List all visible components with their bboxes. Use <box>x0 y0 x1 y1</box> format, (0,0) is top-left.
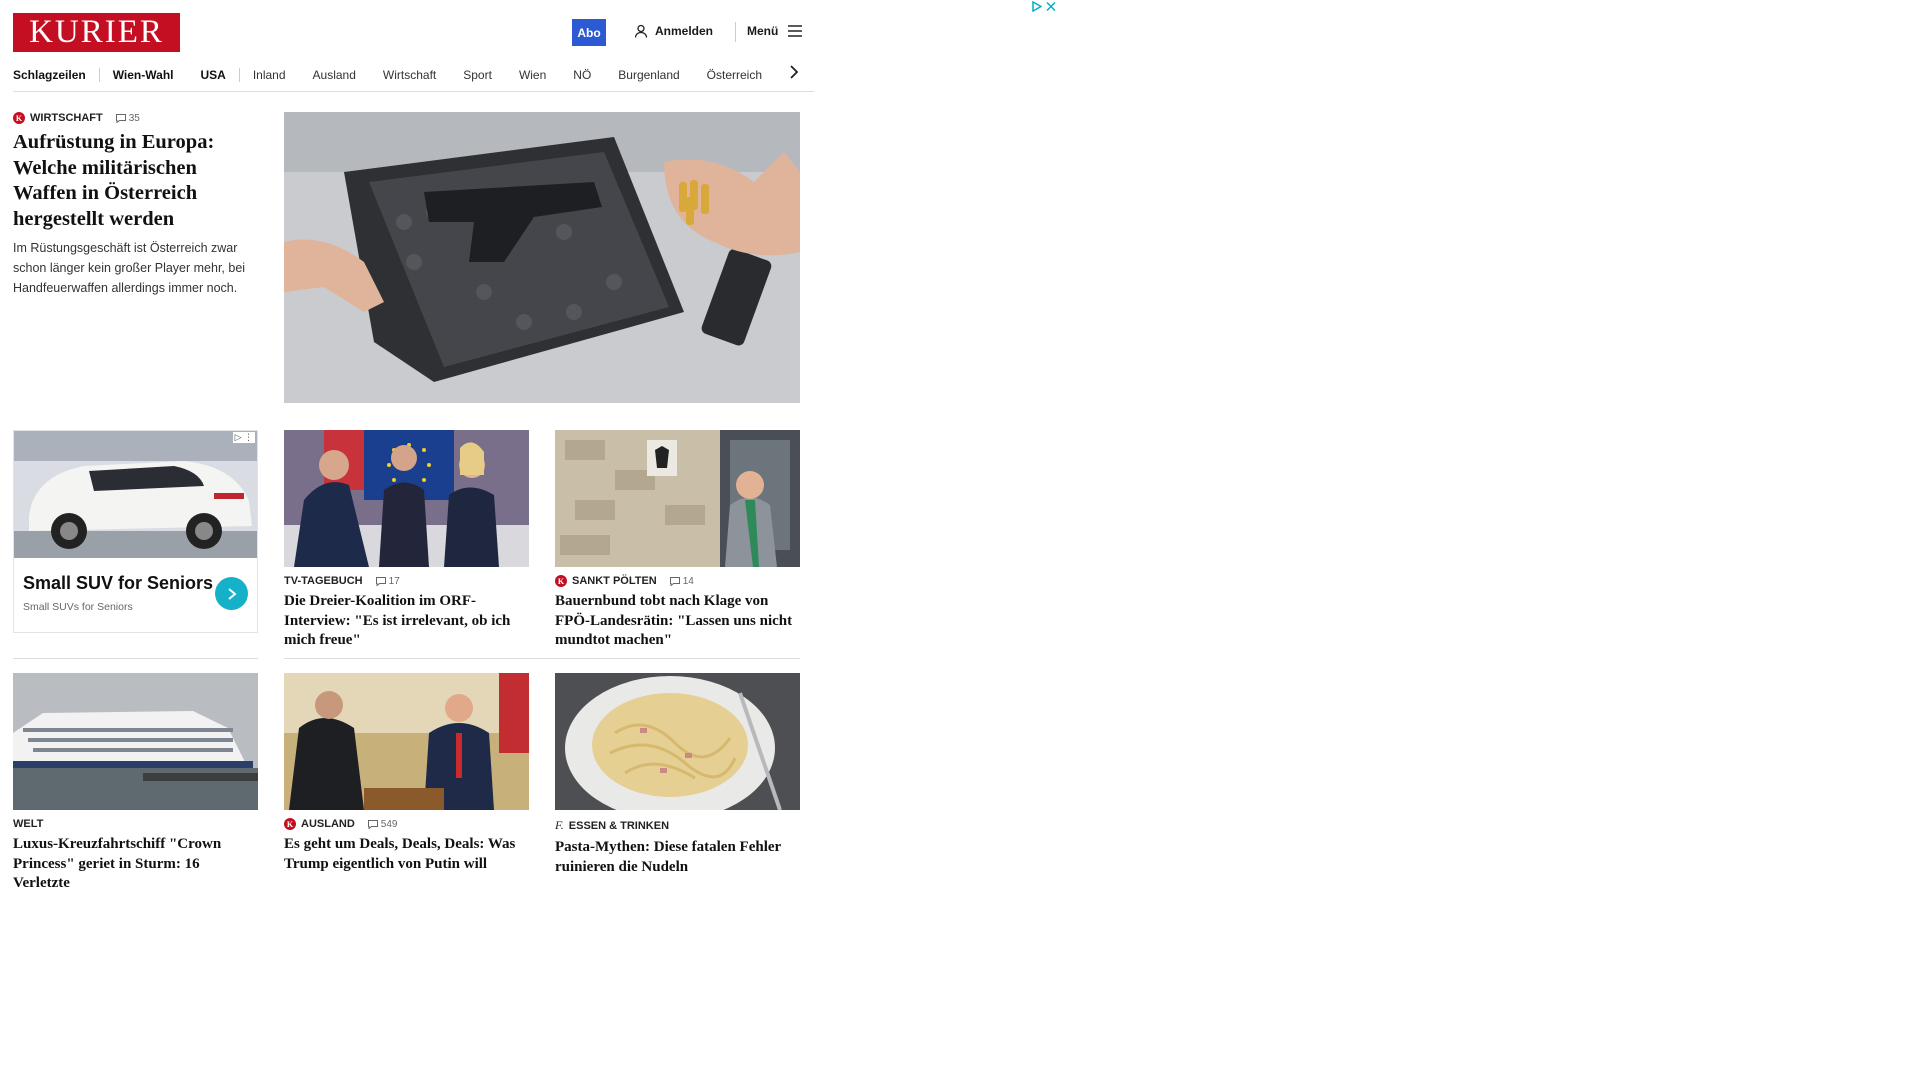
article-headline[interactable]: Die Dreier-Koalition im ORF-Interview: "… <box>284 592 529 651</box>
nav-item-inland[interactable]: Inland <box>253 68 299 82</box>
article-card[interactable]: f. ESSEN & TRINKEN Pasta-Mythen: Diese f… <box>555 673 800 877</box>
chevron-right-icon <box>227 587 237 600</box>
login-label: Anmelden <box>655 24 714 38</box>
comment-icon <box>669 576 680 586</box>
ad-subtitle: Small SUVs for Seniors <box>23 601 133 613</box>
article-headline[interactable]: Luxus-Kreuzfahrtschiff "Crown Princess" … <box>13 835 258 894</box>
comment-count-value: 35 <box>128 112 140 124</box>
comment-count-value: 17 <box>388 575 400 587</box>
menu-label: Menü <box>747 24 779 38</box>
close-icon[interactable] <box>1046 1 1056 12</box>
article-image[interactable] <box>555 673 800 810</box>
nav-item-usa[interactable]: USA <box>200 67 240 82</box>
article-image[interactable] <box>284 673 529 810</box>
article-kicker: K SANKT PÖLTEN 14 <box>555 575 800 587</box>
cruise-ship-image <box>13 673 258 810</box>
nav-item-sport[interactable]: Sport <box>463 68 505 82</box>
article-headline[interactable]: Pasta-Mythen: Diese fatalen Fehler ruini… <box>555 838 800 877</box>
article-headline[interactable]: Es geht um Deals, Deals, Deals: Was Trum… <box>284 835 529 874</box>
comment-count[interactable]: 14 <box>669 575 694 587</box>
building-image <box>555 430 800 567</box>
nav-item-wien-wahl[interactable]: Wien-Wahl <box>113 68 187 82</box>
comment-count-value: 14 <box>682 575 694 587</box>
comment-icon <box>375 576 386 586</box>
nav-item-burgenland[interactable]: Burgenland <box>618 68 692 82</box>
nav-item-wien[interactable]: Wien <box>519 68 559 82</box>
lead-image[interactable] <box>284 112 800 403</box>
article-category: TV-TAGEBUCH <box>284 575 363 587</box>
lead-category: WIRTSCHAFT <box>30 112 103 124</box>
food-icon: f. <box>555 818 564 832</box>
divider <box>284 658 800 659</box>
article-card[interactable]: K SANKT PÖLTEN 14 Bauernbund tobt nach K… <box>555 430 800 651</box>
comment-count[interactable]: 35 <box>115 112 140 124</box>
comment-count[interactable]: 17 <box>375 575 400 587</box>
adchoices-icon <box>1032 1 1042 12</box>
divider <box>13 658 258 659</box>
article-kicker: WELT <box>13 818 258 830</box>
nav-item-noe[interactable]: NÖ <box>573 68 604 82</box>
article-card[interactable]: K AUSLAND 549 Es geht um Deals, Deals, D… <box>284 673 529 874</box>
kurier-plus-icon: K <box>555 575 567 587</box>
kurier-logo[interactable]: KURIER <box>13 13 180 52</box>
nav-item-schlagzeilen[interactable]: Schlagzeilen <box>13 67 100 82</box>
header-divider <box>735 22 736 42</box>
article-image[interactable] <box>13 673 258 810</box>
article-kicker: K AUSLAND 549 <box>284 818 529 830</box>
ad-choices[interactable] <box>1032 1 1056 12</box>
ad-image <box>14 431 257 558</box>
ad-cta-button[interactable] <box>215 577 248 610</box>
main-navigation: Schlagzeilen Wien-Wahl USA Inland Auslan… <box>13 58 814 92</box>
article-image[interactable] <box>555 430 800 567</box>
nav-item-ausland[interactable]: Ausland <box>313 68 369 82</box>
lead-kicker: K WIRTSCHAFT 35 <box>13 112 263 124</box>
article-kicker: TV-TAGEBUCH 17 <box>284 575 529 587</box>
article-card[interactable]: WELT Luxus-Kreuzfahrtschiff "Crown Princ… <box>13 673 258 894</box>
oval-office-image <box>284 673 529 810</box>
ad-title[interactable]: Small SUV for Seniors <box>23 573 213 594</box>
nav-item-wirtschaft[interactable]: Wirtschaft <box>383 68 449 82</box>
suv-image <box>14 431 257 558</box>
hamburger-icon <box>788 25 803 37</box>
kurier-plus-icon: K <box>13 112 25 124</box>
sponsored-ad[interactable]: ▷ ⋮ Small SUV for Seniors Small SUVs for… <box>13 430 258 633</box>
comment-count-value: 549 <box>380 818 398 830</box>
article-headline[interactable]: Bauernbund tobt nach Klage von FPÖ-Lande… <box>555 592 800 651</box>
nav-item-oesterreich[interactable]: Österreich <box>707 68 775 82</box>
login-button[interactable]: Anmelden <box>634 24 713 38</box>
kurier-plus-icon: K <box>284 818 296 830</box>
ad-info-icon[interactable]: ▷ ⋮ <box>232 432 255 443</box>
abo-button[interactable]: Abo <box>572 19 606 46</box>
chevron-right-icon[interactable] <box>789 64 799 80</box>
article-card[interactable]: TV-TAGEBUCH 17 Die Dreier-Koalition im O… <box>284 430 529 651</box>
comment-count[interactable]: 549 <box>367 818 398 830</box>
comment-icon <box>367 819 378 829</box>
article-category: AUSLAND <box>301 818 355 830</box>
article-category: WELT <box>13 818 44 830</box>
article-image[interactable] <box>284 430 529 567</box>
lead-headline[interactable]: Aufrüstung in Europa: Welche militärisch… <box>13 130 263 232</box>
article-category: SANKT PÖLTEN <box>572 575 657 587</box>
pistol-case-image <box>284 112 800 403</box>
article-kicker: f. ESSEN & TRINKEN <box>555 818 800 833</box>
lead-article[interactable]: K WIRTSCHAFT 35 Aufrüstung in Europa: We… <box>13 112 263 298</box>
lead-teaser: Im Rüstungsgeschäft ist Österreich zwar … <box>13 241 246 295</box>
user-icon <box>634 24 648 38</box>
menu-button[interactable]: Menü <box>747 24 803 38</box>
tv-studio-image <box>284 430 529 567</box>
comment-icon <box>115 113 126 123</box>
article-category: ESSEN & TRINKEN <box>568 819 670 832</box>
pasta-image <box>555 673 800 810</box>
